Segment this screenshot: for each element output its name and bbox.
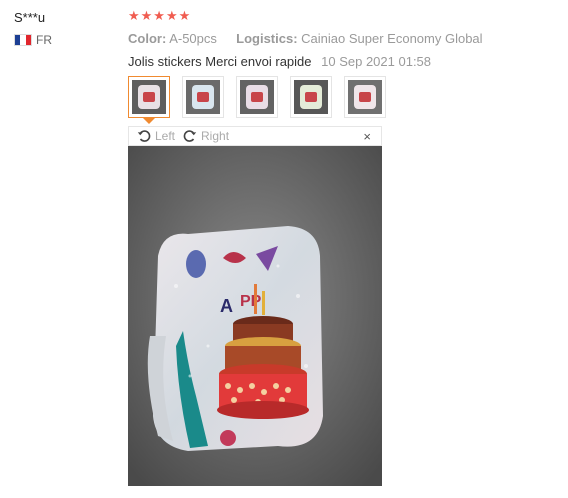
france-flag-icon [14, 34, 32, 46]
thumbnail-2[interactable] [182, 76, 224, 118]
reviewer-country: FR [14, 33, 52, 47]
country-code: FR [36, 33, 52, 47]
order-attributes: Color: A-50pcs Logistics: Cainiao Super … [128, 31, 483, 46]
rotate-right-icon [183, 130, 197, 142]
svg-text:PP: PP [240, 293, 262, 310]
logistics-value: Cainiao Super Economy Global [301, 31, 483, 46]
thumbnail-3[interactable] [236, 76, 278, 118]
rotate-left-button[interactable]: Left [137, 129, 175, 143]
selected-caret-icon [143, 118, 155, 124]
color-value: A-50pcs [169, 31, 217, 46]
logistics-label: Logistics: [236, 31, 298, 46]
close-viewer-icon[interactable]: × [363, 129, 371, 144]
thumbnail-4[interactable] [290, 76, 332, 118]
rotate-left-icon [137, 130, 151, 142]
star-rating: ★★★★★ [128, 8, 192, 23]
photo-thumbnails [128, 76, 386, 124]
thumbnail-1[interactable] [128, 76, 170, 124]
review-photo: A PP [128, 146, 382, 486]
review-content: Jolis stickers Merci envoi rapide 10 Sep… [128, 54, 431, 69]
rotate-right-label: Right [201, 129, 230, 143]
svg-text:A: A [220, 296, 233, 316]
color-label: Color: [128, 31, 167, 46]
review-date: 10 Sep 2021 01:58 [321, 54, 432, 69]
image-viewer-toolbar: Left Right × [128, 126, 382, 146]
thumbnail-5[interactable] [344, 76, 386, 118]
rotate-right-button[interactable]: Right [183, 129, 229, 143]
sticker-photo-image: A PP [128, 146, 382, 486]
reviewer-name: S***u [14, 10, 46, 25]
review-text: Jolis stickers Merci envoi rapide [128, 54, 312, 69]
rotate-left-label: Left [155, 129, 176, 143]
